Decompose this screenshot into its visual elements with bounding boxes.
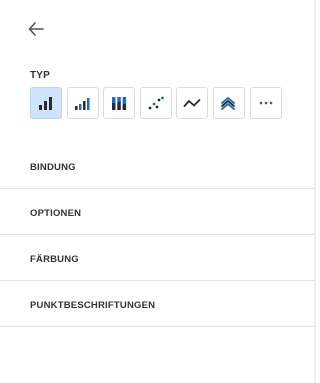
more-options-icon — [259, 101, 272, 105]
type-heading: TYP — [30, 70, 51, 81]
chart-type-scatter-button[interactable] — [139, 87, 172, 119]
panel-border — [314, 0, 316, 383]
chart-type-selector — [30, 87, 282, 119]
section-optionen[interactable]: OPTIONEN — [0, 189, 314, 235]
section-bindung[interactable]: BINDUNG — [0, 143, 314, 189]
area-chart-icon — [221, 97, 235, 110]
scatter-plot-icon — [148, 96, 164, 110]
chart-type-area-button[interactable] — [212, 87, 245, 119]
section-faerbung[interactable]: FÄRBUNG — [0, 235, 314, 281]
chart-type-column-button[interactable] — [66, 87, 99, 119]
chart-type-stacked-button[interactable] — [103, 87, 136, 119]
chart-type-line-button[interactable] — [176, 87, 209, 119]
stacked-bar-icon — [112, 97, 127, 110]
section-optionen-label: OPTIONEN — [30, 208, 82, 219]
bar-chart-split-icon — [74, 98, 90, 110]
bar-chart-icon — [39, 97, 52, 110]
chart-type-bar-button[interactable] — [30, 87, 62, 119]
chart-settings-panel: TYP BINDUNG OPTIONEN FÄRBUNG PUNKTBESCHR… — [0, 0, 314, 383]
section-punktbeschriftungen[interactable]: PUNKTBESCHRIFTUNGEN — [0, 281, 314, 327]
section-bindung-label: BINDUNG — [30, 162, 76, 173]
chart-type-more-button[interactable] — [249, 87, 282, 119]
line-chart-icon — [183, 99, 201, 107]
section-punktbeschriftungen-label: PUNKTBESCHRIFTUNGEN — [30, 300, 156, 311]
arrow-left-icon — [28, 22, 44, 36]
section-faerbung-label: FÄRBUNG — [30, 254, 79, 265]
back-button[interactable] — [26, 19, 46, 39]
